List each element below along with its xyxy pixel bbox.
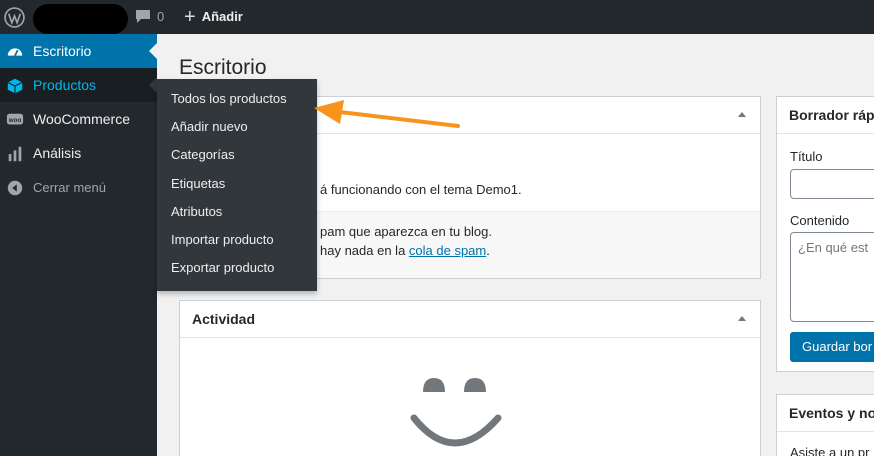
cube-icon — [7, 78, 23, 94]
submenu-item-anadir-nuevo[interactable]: Añadir nuevo — [157, 113, 317, 141]
sidebar-item-label: Productos — [33, 77, 97, 93]
activity-widget: Actividad — [179, 300, 761, 456]
plus-icon: + — [184, 5, 196, 28]
site-name-redacted[interactable] — [33, 4, 128, 34]
widget-header: Borrador ráp — [777, 97, 874, 134]
events-news-widget: Eventos y no Asiste a un pr — [776, 394, 874, 456]
widget-title: Actividad — [192, 311, 256, 327]
sidebar-item-label: Análisis — [33, 145, 82, 161]
spam-text-suffix: . — [486, 243, 490, 258]
productos-submenu: Todos los productos Añadir nuevo Categor… — [157, 79, 317, 291]
new-content-label: Añadir — [201, 9, 243, 24]
admin-bar: 0 + Añadir — [0, 0, 874, 34]
spam-text-line1: pam que aparezca en tu blog. — [320, 224, 493, 239]
woocommerce-icon: woo — [6, 113, 24, 125]
theme-info-text: á funcionando con el tema Demo1. — [320, 182, 522, 197]
spam-text-line2: hay nada en la cola de spam. — [320, 243, 490, 258]
events-description: Asiste a un pr — [790, 445, 870, 456]
submenu-item-atributos[interactable]: Atributos — [157, 198, 317, 226]
save-draft-button[interactable]: Guardar bor — [790, 332, 874, 362]
chart-icon — [8, 146, 22, 162]
submenu-item-todos-productos[interactable]: Todos los productos — [157, 85, 317, 113]
svg-text:woo: woo — [8, 117, 22, 124]
submenu-item-exportar[interactable]: Exportar producto — [157, 254, 317, 282]
sidebar-item-analisis[interactable]: Análisis — [0, 136, 157, 170]
sidebar-item-productos[interactable]: Productos — [0, 68, 157, 102]
spam-queue-link[interactable]: cola de spam — [409, 243, 486, 258]
sidebar-item-label: Cerrar menú — [33, 179, 106, 195]
smiley-illustration-icon — [410, 378, 502, 447]
comments-link[interactable]: 0 — [135, 9, 164, 24]
page-title: Escritorio — [179, 56, 267, 79]
collapse-toggle-icon[interactable] — [738, 316, 746, 321]
spam-text-prefix: hay nada en la — [320, 243, 409, 258]
widget-title: Borrador ráp — [789, 107, 874, 123]
collapse-menu-button[interactable]: Cerrar menú — [0, 170, 157, 204]
comment-icon — [136, 10, 150, 23]
widget-header: Actividad — [180, 301, 760, 338]
admin-sidebar: Escritorio Productos woo WooCommerce Aná… — [0, 34, 157, 456]
wordpress-logo-icon[interactable] — [4, 7, 25, 28]
quick-draft-widget: Borrador ráp Título Contenido ¿En qué es… — [776, 96, 874, 372]
draft-title-input[interactable] — [790, 169, 874, 199]
submenu-item-etiquetas[interactable]: Etiquetas — [157, 170, 317, 198]
sidebar-item-woocommerce[interactable]: woo WooCommerce — [0, 102, 157, 136]
sidebar-item-escritorio[interactable]: Escritorio — [0, 34, 157, 68]
collapse-icon — [7, 180, 23, 196]
content-label: Contenido — [790, 213, 850, 228]
dashboard-icon — [7, 48, 23, 57]
submenu-item-importar[interactable]: Importar producto — [157, 226, 317, 254]
collapse-toggle-icon[interactable] — [738, 112, 746, 117]
draft-content-textarea[interactable]: ¿En qué est — [790, 232, 874, 322]
sidebar-item-label: Escritorio — [33, 43, 92, 59]
sidebar-item-label: WooCommerce — [33, 111, 130, 127]
comments-count: 0 — [157, 9, 165, 24]
title-label: Título — [790, 149, 823, 164]
new-content-button[interactable]: + Añadir — [184, 5, 243, 28]
submenu-item-categorias[interactable]: Categorías — [157, 141, 317, 169]
widget-header: Eventos y no — [777, 395, 874, 432]
widget-title: Eventos y no — [789, 405, 874, 421]
